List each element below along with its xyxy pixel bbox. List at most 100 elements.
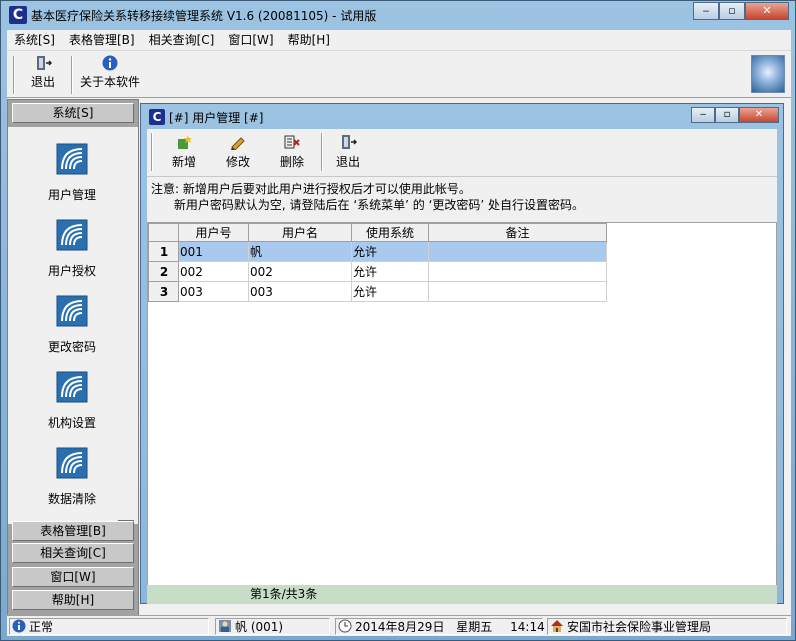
child-title-bar[interactable]: C [#] 用户管理 [#] ‒ ▫ ✕ [141, 104, 783, 128]
child-exit-label: 退出 [335, 155, 360, 169]
user-avatar [751, 55, 785, 93]
menu-window[interactable]: 窗口[W] [221, 30, 280, 50]
sidebar-item-user-management[interactable]: 用户管理 [8, 143, 136, 203]
row-number[interactable]: 3 [148, 281, 179, 302]
edit-button[interactable]: 修改 [223, 134, 253, 170]
menu-system[interactable]: 系统[S] [7, 30, 62, 50]
exit-door-icon [37, 56, 52, 70]
table-cell[interactable]: 帆 [248, 241, 352, 262]
table-row[interactable]: 1 001 帆 允许 [148, 241, 607, 262]
column-header[interactable]: 使用系统 [351, 223, 429, 242]
app-logo-icon: C [9, 6, 27, 24]
home-icon [551, 620, 563, 632]
child-maximize-button[interactable]: ▫ [715, 107, 739, 123]
add-button[interactable]: 新增 [169, 134, 199, 170]
user-cell: 帆 (001) [215, 618, 330, 635]
menu-tables[interactable]: 表格管理[B] [62, 30, 142, 50]
record-count: 第1条/共3条 [250, 587, 318, 601]
module-icon [56, 447, 88, 479]
column-header[interactable]: 用户号 [178, 223, 249, 242]
menu-bar: 系统[S] 表格管理[B] 相关查询[C] 窗口[W] 帮助[H] [7, 30, 791, 51]
close-button[interactable]: ✕ [745, 2, 789, 20]
grid-header-row: 用户号 用户名 使用系统 备注 [148, 223, 607, 242]
table-cell[interactable] [428, 261, 607, 282]
table-cell[interactable]: 003 [178, 281, 249, 302]
main-window: C 基本医疗保险关系转移接续管理系统 V1.6 (20081105) - 试用版… [0, 0, 796, 641]
table-cell[interactable]: 允许 [351, 261, 429, 282]
sidebar: 系统[S] 用户管理 用户授权 更改密码 机构设置 数据清除 表格管理[B] 相… [7, 99, 139, 616]
module-icon [56, 371, 88, 403]
clock-icon [338, 619, 352, 633]
delete-button[interactable]: 删除 [277, 134, 307, 170]
exit-button[interactable]: 退出 [25, 55, 61, 95]
table-cell[interactable]: 002 [178, 261, 249, 282]
table-cell[interactable]: 允许 [351, 281, 429, 302]
child-toolbar: 新增 修改 删除 退出 [147, 129, 777, 177]
org-cell: 安国市社会保险事业管理局 [547, 618, 787, 635]
edit-pencil-icon [231, 137, 245, 150]
sidebar-header-query[interactable]: 相关查询[C] [12, 543, 134, 563]
status-weekday: 星期五 [456, 620, 493, 634]
toolbar-separator [71, 56, 73, 94]
sidebar-header-help[interactable]: 帮助[H] [12, 590, 134, 610]
info-icon [102, 55, 118, 71]
sidebar-header-tables[interactable]: 表格管理[B] [12, 521, 134, 541]
client-area: 系统[S] 表格管理[B] 相关查询[C] 窗口[W] 帮助[H] 退出 关于本… [7, 30, 791, 636]
sidebar-item-user-authorization[interactable]: 用户授权 [8, 219, 136, 279]
organization-name: 安国市社会保险事业管理局 [567, 620, 712, 634]
sidebar-item-org-settings[interactable]: 机构设置 [8, 371, 136, 431]
module-icon [56, 295, 88, 327]
module-icon [56, 219, 88, 251]
menu-query[interactable]: 相关查询[C] [142, 30, 222, 50]
column-header[interactable]: 备注 [428, 223, 607, 242]
datetime-cell: 2014年8月29日 星期五 14:14 [335, 618, 545, 635]
child-close-button[interactable]: ✕ [739, 107, 779, 123]
exit-door-icon [342, 135, 357, 149]
edit-label: 修改 [225, 155, 250, 169]
table-row[interactable]: 3 003 003 允许 [148, 281, 607, 302]
row-number[interactable]: 2 [148, 261, 179, 282]
add-icon [178, 135, 192, 149]
table-cell[interactable]: 001 [178, 241, 249, 262]
record-status-bar: 第1条/共3条 [147, 585, 777, 604]
exit-label: 退出 [30, 75, 55, 89]
module-icon [56, 143, 88, 175]
table-cell[interactable]: 003 [248, 281, 352, 302]
child-body: 新增 修改 删除 退出 注意: 新增用户后要对此用户进行授权后才可以使用此帐号。… [147, 129, 777, 604]
sidebar-item-label: 更改密码 [47, 340, 96, 354]
table-cell[interactable] [428, 281, 607, 302]
column-header[interactable]: 用户名 [248, 223, 352, 242]
status-time: 14:14 [510, 620, 545, 634]
user-icon [219, 620, 231, 632]
sidebar-item-label: 数据清除 [47, 492, 96, 506]
row-number[interactable]: 1 [148, 241, 179, 262]
about-label: 关于本软件 [79, 75, 140, 89]
table-cell[interactable]: 002 [248, 261, 352, 282]
status-text: 正常 [29, 620, 54, 634]
user-management-window: C [#] 用户管理 [#] ‒ ▫ ✕ 新增 修改 删除 退出 注意: 新增用… [140, 103, 784, 604]
toolbar-separator [13, 56, 15, 94]
sidebar-item-data-clear[interactable]: 数据清除 [8, 447, 136, 507]
minimize-button[interactable]: ‒ [693, 2, 719, 20]
status-bar: 正常 帆 (001) 2014年8月29日 星期五 14:14 安国市社会保险事… [7, 615, 791, 636]
sidebar-item-label: 机构设置 [47, 416, 96, 430]
table-cell[interactable]: 允许 [351, 241, 429, 262]
status-date: 2014年8月29日 [355, 620, 445, 634]
grid-corner [148, 223, 179, 242]
sidebar-item-label: 用户管理 [47, 188, 96, 202]
menu-help[interactable]: 帮助[H] [281, 30, 337, 50]
status-cell: 正常 [9, 618, 209, 635]
maximize-button[interactable]: ▫ [719, 2, 745, 20]
child-exit-button[interactable]: 退出 [333, 134, 363, 170]
sidebar-header-system[interactable]: 系统[S] [12, 103, 134, 123]
child-minimize-button[interactable]: ‒ [691, 107, 715, 123]
about-button[interactable]: 关于本软件 [77, 55, 143, 95]
sidebar-item-change-password[interactable]: 更改密码 [8, 295, 136, 355]
toolbar-separator [151, 133, 153, 171]
table-cell[interactable] [428, 241, 607, 262]
title-bar[interactable]: C 基本医疗保险关系转移接续管理系统 V1.6 (20081105) - 试用版… [1, 1, 795, 29]
info-icon [12, 619, 26, 633]
sidebar-header-window[interactable]: 窗口[W] [12, 567, 134, 587]
table-row[interactable]: 2 002 002 允许 [148, 261, 607, 282]
user-grid[interactable]: 用户号 用户名 使用系统 备注 1 001 帆 允许 2 002 002 允许 … [147, 222, 777, 587]
